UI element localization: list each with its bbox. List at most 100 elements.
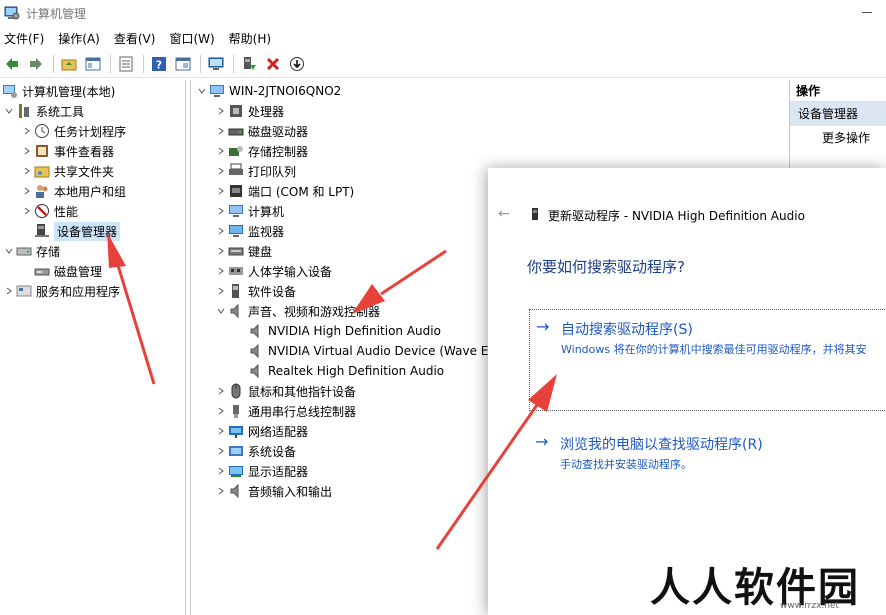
expand-chevron-icon[interactable] bbox=[214, 121, 228, 141]
console-tree-item[interactable]: 本地用户和组 bbox=[20, 181, 126, 201]
console-tree-item[interactable]: 任务计划程序 bbox=[20, 121, 126, 141]
uninstall-device-button[interactable] bbox=[263, 54, 283, 74]
device-category[interactable]: 人体学输入设备 bbox=[214, 261, 332, 281]
device-category[interactable]: 端口 (COM 和 LPT) bbox=[214, 181, 354, 201]
expand-chevron-icon[interactable] bbox=[20, 121, 34, 141]
menu-help[interactable]: 帮助(H) bbox=[229, 30, 271, 47]
device-label: 端口 (COM 和 LPT) bbox=[248, 184, 355, 199]
expand-chevron-icon[interactable] bbox=[214, 141, 228, 161]
expand-chevron-icon[interactable] bbox=[20, 181, 34, 201]
minimize-button[interactable] bbox=[862, 12, 872, 13]
device-category[interactable]: 计算机 bbox=[214, 201, 284, 221]
device-category[interactable]: 打印队列 bbox=[214, 161, 296, 181]
console-tree-item[interactable]: 性能 bbox=[20, 201, 78, 221]
device-category[interactable]: 软件设备 bbox=[214, 281, 296, 301]
device-label: 磁盘驱动器 bbox=[248, 124, 309, 139]
expand-chevron-icon[interactable] bbox=[214, 201, 228, 221]
menu-file[interactable]: 文件(F) bbox=[4, 30, 44, 47]
expand-chevron-icon[interactable] bbox=[214, 281, 228, 301]
collapse-chevron-icon[interactable] bbox=[2, 101, 16, 121]
expand-chevron-icon[interactable] bbox=[214, 161, 228, 181]
device-category[interactable]: 音频输入和输出 bbox=[214, 481, 332, 501]
back-button[interactable] bbox=[2, 54, 22, 74]
back-arrow-icon[interactable]: ← bbox=[498, 206, 510, 222]
tree-item-label: 本地用户和组 bbox=[54, 184, 127, 199]
device-category[interactable]: 声音、视频和游戏控制器 bbox=[214, 301, 380, 321]
more-actions-link[interactable]: 更多操作 bbox=[790, 126, 886, 150]
forward-button[interactable] bbox=[26, 54, 46, 74]
device-category[interactable]: 网络适配器 bbox=[214, 421, 308, 441]
actions-selected-item[interactable]: 设备管理器 bbox=[790, 102, 886, 126]
console-tree-item[interactable]: 设备管理器 bbox=[20, 221, 121, 241]
device-category[interactable]: 鼠标和其他指针设备 bbox=[214, 381, 356, 401]
device-category[interactable]: 通用串行总线控制器 bbox=[214, 401, 356, 421]
expand-chevron-icon[interactable] bbox=[214, 101, 228, 121]
menu-view[interactable]: 查看(V) bbox=[114, 30, 156, 47]
device-label: 软件设备 bbox=[248, 284, 297, 299]
speaker-icon bbox=[230, 303, 239, 319]
expand-chevron-icon[interactable] bbox=[214, 181, 228, 201]
expand-chevron-icon[interactable] bbox=[214, 421, 228, 441]
device-category[interactable]: 显示适配器 bbox=[214, 461, 308, 481]
menu-window[interactable]: 窗口(W) bbox=[169, 30, 214, 47]
expand-chevron-icon[interactable] bbox=[214, 461, 228, 481]
delete-x-icon bbox=[266, 57, 280, 70]
tree-item-label: 系统工具 bbox=[36, 104, 85, 119]
auto-search-description: Windows 将在你的计算机中搜索最佳可用驱动程序，并将其安 bbox=[561, 343, 867, 356]
expand-chevron-icon[interactable] bbox=[214, 241, 228, 261]
console-tree-item[interactable]: 事件查看器 bbox=[20, 141, 114, 161]
device-category[interactable]: 系统设备 bbox=[214, 441, 296, 461]
console-tree-item[interactable]: 计算机管理(本地) bbox=[2, 81, 115, 101]
up-level-button[interactable] bbox=[59, 54, 79, 74]
toolbar: ? bbox=[0, 50, 886, 78]
console-tree-item[interactable]: 磁盘管理 bbox=[20, 261, 102, 281]
expand-chevron-icon[interactable] bbox=[214, 401, 228, 421]
device-category[interactable]: 键盘 bbox=[214, 241, 272, 261]
expand-chevron-icon[interactable] bbox=[214, 261, 228, 281]
expand-chevron-icon[interactable] bbox=[214, 481, 228, 501]
expand-chevron-icon[interactable] bbox=[20, 141, 34, 161]
forward-arrow-icon bbox=[30, 57, 42, 70]
menu-action[interactable]: 操作(A) bbox=[58, 30, 100, 47]
users-icon bbox=[36, 185, 48, 198]
console-tree-icon bbox=[85, 57, 101, 70]
expand-chevron-icon[interactable] bbox=[214, 381, 228, 401]
menu-bar: 文件(F) 操作(A) 查看(V) 窗口(W) 帮助(H) bbox=[0, 27, 886, 49]
device-tree-root[interactable]: WIN-2JTNOI6QNO2 bbox=[195, 81, 341, 101]
expand-chevron-icon[interactable] bbox=[214, 441, 228, 461]
console-tree-item[interactable]: 系统工具 bbox=[2, 101, 84, 121]
system-device-icon bbox=[229, 446, 243, 456]
console-tree-item[interactable]: 服务和应用程序 bbox=[2, 281, 120, 301]
update-driver-button[interactable] bbox=[239, 54, 259, 74]
export-list-button[interactable] bbox=[116, 54, 136, 74]
show-hide-tree-button[interactable] bbox=[83, 54, 103, 74]
device-item[interactable]: NVIDIA High Definition Audio bbox=[234, 321, 441, 341]
device-item[interactable]: Realtek High Definition Audio bbox=[234, 361, 444, 381]
toolbar-separator bbox=[233, 54, 234, 73]
collapse-chevron-icon[interactable] bbox=[2, 241, 16, 261]
browse-computer-option[interactable]: → 浏览我的电脑以查找驱动程序(R) 手动查找并安装驱动程序。 bbox=[529, 426, 886, 474]
console-tree-item[interactable]: 共享文件夹 bbox=[20, 161, 114, 181]
toolbar-separator bbox=[200, 54, 201, 73]
auto-search-option[interactable]: → 自动搜索驱动程序(S) Windows 将在你的计算机中搜索最佳可用驱动程序… bbox=[529, 309, 886, 411]
collapse-chevron-icon[interactable] bbox=[214, 301, 228, 321]
tree-item-label: 事件查看器 bbox=[54, 144, 115, 159]
device-label: NVIDIA Virtual Audio Device (Wave Ex bbox=[268, 344, 496, 358]
printer-icon bbox=[229, 163, 243, 175]
device-category[interactable]: 处理器 bbox=[214, 101, 284, 121]
scan-hardware-button[interactable] bbox=[206, 54, 226, 74]
expand-chevron-icon[interactable] bbox=[2, 281, 16, 301]
help-button[interactable]: ? bbox=[149, 54, 169, 74]
device-item[interactable]: NVIDIA Virtual Audio Device (Wave Ex bbox=[234, 341, 495, 361]
expand-chevron-icon[interactable] bbox=[214, 221, 228, 241]
properties-button[interactable] bbox=[173, 54, 193, 74]
expand-chevron-icon[interactable] bbox=[20, 161, 34, 181]
device-category[interactable]: 磁盘驱动器 bbox=[214, 121, 308, 141]
network-adapter-icon bbox=[229, 426, 243, 438]
enable-device-button[interactable] bbox=[287, 54, 307, 74]
device-category[interactable]: 监视器 bbox=[214, 221, 284, 241]
expand-chevron-icon[interactable] bbox=[20, 201, 34, 221]
device-category[interactable]: 存储控制器 bbox=[214, 141, 308, 161]
console-tree-item[interactable]: 存储 bbox=[2, 241, 60, 261]
collapse-chevron-icon[interactable] bbox=[195, 81, 209, 101]
